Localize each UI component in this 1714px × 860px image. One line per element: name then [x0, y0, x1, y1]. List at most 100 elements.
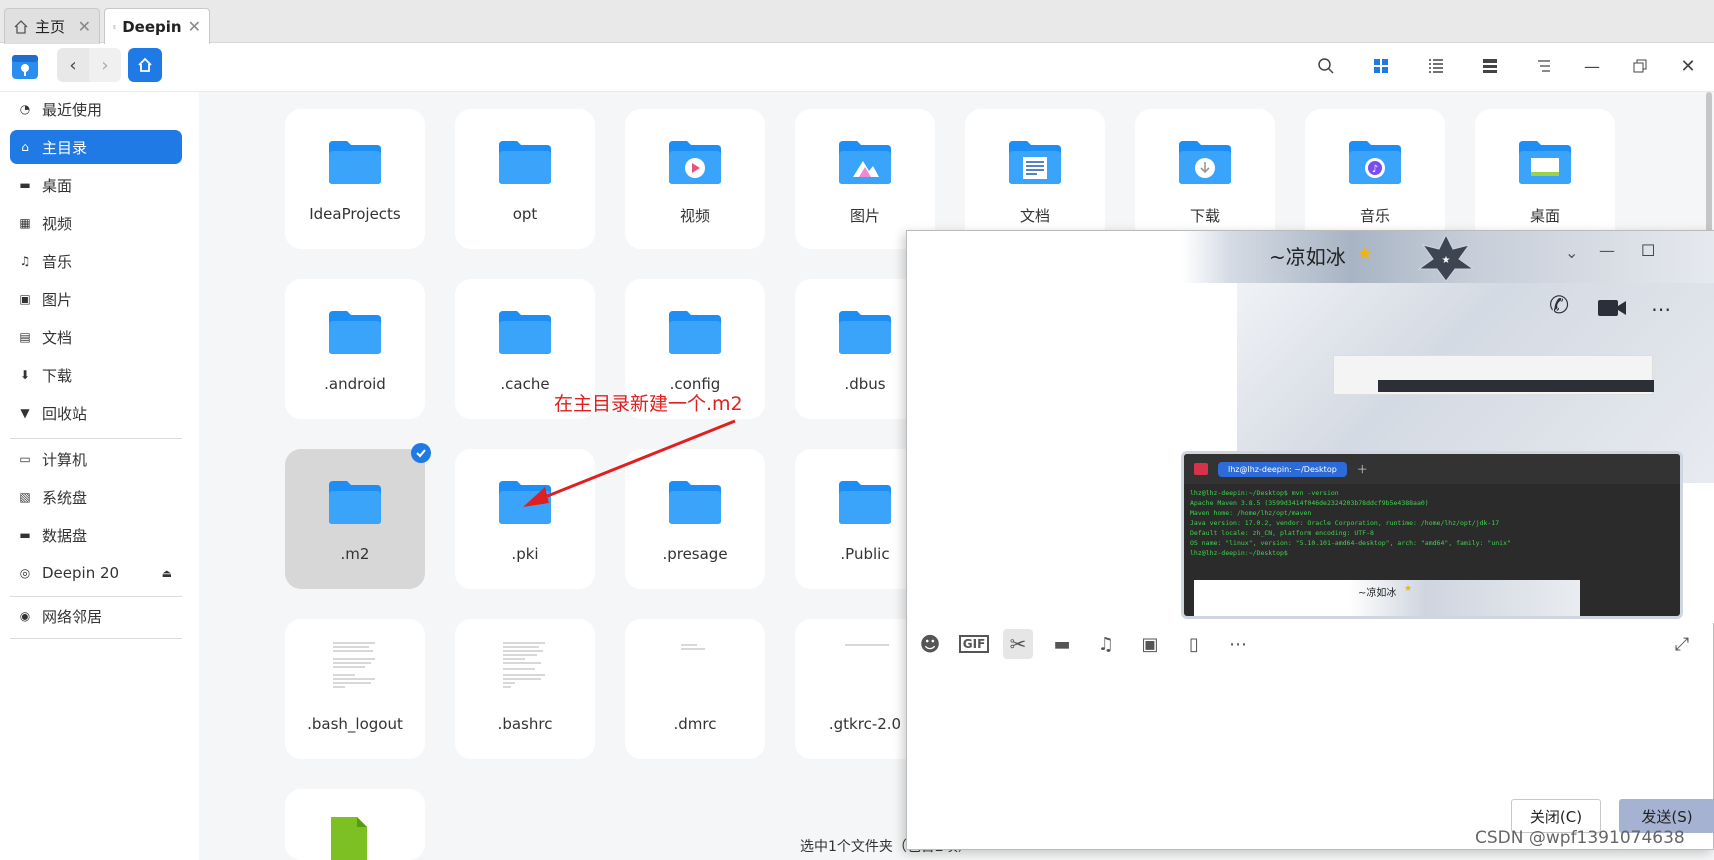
phone-icon[interactable]: ✆	[1549, 291, 1569, 319]
folder-icon	[839, 481, 891, 524]
file-name: .bashrc	[497, 715, 553, 733]
terminal-icon	[113, 25, 117, 28]
sidebar-item-data-disk[interactable]: ▬ 数据盘	[10, 518, 182, 552]
disc-icon: ◎	[19, 566, 31, 580]
more-icon[interactable]: ⋯	[1651, 297, 1671, 321]
column-view-icon	[1483, 59, 1497, 73]
shake-button[interactable]: ▯	[1179, 629, 1209, 659]
sidebar-item-videos[interactable]: ▦ 视频	[10, 206, 182, 240]
plus-icon: ＋	[1356, 463, 1368, 476]
file-tile[interactable]	[285, 789, 425, 860]
sidebar-divider	[10, 438, 182, 439]
sidebar-divider	[10, 596, 182, 597]
file-tile[interactable]: .bashrc	[455, 619, 595, 759]
sidebar-item-recent[interactable]: ◔ 最近使用	[10, 92, 182, 126]
file-name: .m2	[340, 545, 370, 563]
toolbar: ‹ › — ✕	[0, 44, 1714, 92]
preview-taskbar	[1378, 380, 1654, 392]
file-tile[interactable]: .dmrc	[625, 619, 765, 759]
sidebar-item-music[interactable]: ♫ 音乐	[10, 244, 182, 278]
terminal-line: OS name: "linux", version: "5.10.101-amd…	[1190, 539, 1511, 547]
grid-icon	[1374, 59, 1388, 73]
close-icon[interactable]: ✕	[78, 17, 91, 36]
file-name: .presage	[662, 545, 728, 563]
sidebar-item-network[interactable]: ◉ 网络邻居	[10, 599, 182, 633]
more-tools-button[interactable]: ⋯	[1223, 629, 1253, 659]
close-icon[interactable]: ✕	[188, 17, 201, 36]
chat-window: ~凉如冰 ★ ★ ⌄ — ☐ ✆ ⋯ lhz@lhz-deepin: ~/Des…	[906, 230, 1714, 850]
sidebar-item-label: 计算机	[42, 450, 88, 469]
file-tile[interactable]: ♪ 音乐	[1305, 109, 1445, 249]
list-view-button[interactable]	[1422, 52, 1450, 80]
file-name: 图片	[849, 207, 880, 225]
file-tile[interactable]: .android	[285, 279, 425, 419]
forward-button[interactable]: ›	[89, 48, 121, 82]
close-icon: ✕	[1680, 55, 1696, 77]
back-button[interactable]: ‹	[57, 48, 89, 82]
app-logo-icon	[10, 48, 40, 84]
mini-chat-contact: ~凉如冰	[1358, 588, 1397, 599]
sidebar-item-home[interactable]: ⌂ 主目录	[10, 130, 182, 164]
menu-button[interactable]	[1530, 52, 1558, 80]
search-button[interactable]	[1312, 52, 1340, 80]
minimize-icon[interactable]: —	[1599, 241, 1615, 260]
chevron-down-icon[interactable]: ⌄	[1565, 243, 1578, 262]
chat-message-area: ✆ ⋯ lhz@lhz-deepin: ~/Desktop ＋ lhz@lhz-…	[907, 283, 1714, 623]
music-share-button[interactable]: ♫	[1091, 629, 1121, 659]
search-icon	[1318, 58, 1334, 74]
expand-button[interactable]: ⤢	[1667, 629, 1697, 659]
tree-view-button[interactable]	[1476, 52, 1504, 80]
sidebar-item-desktop[interactable]: ▬ 桌面	[10, 168, 182, 202]
maximize-button[interactable]	[1626, 52, 1654, 80]
file-tile[interactable]: 下载	[1135, 109, 1275, 249]
sidebar-item-trash[interactable]: ▼ 回收站	[10, 396, 182, 430]
file-tile[interactable]: IdeaProjects	[285, 109, 425, 249]
sidebar-item-computer[interactable]: ▭ 计算机	[10, 442, 182, 476]
emoji-button[interactable]: ☻	[915, 629, 945, 659]
close-window-button[interactable]: ✕	[1674, 52, 1702, 80]
sidebar-item-pictures[interactable]: ▣ 图片	[10, 282, 182, 316]
sidebar-item-system-disk[interactable]: ▧ 系统盘	[10, 480, 182, 514]
eject-icon[interactable]: ⏏	[162, 567, 172, 580]
terminal-tab: lhz@lhz-deepin: ~/Desktop	[1218, 461, 1347, 477]
terminal-tabbar: lhz@lhz-deepin: ~/Desktop ＋	[1184, 454, 1680, 484]
chat-input[interactable]	[907, 665, 1714, 795]
file-tile[interactable]: 桌面	[1475, 109, 1615, 249]
file-tile[interactable]: 视频	[625, 109, 765, 249]
home-crumb-button[interactable]	[128, 48, 162, 82]
file-name: 音乐	[1359, 207, 1390, 225]
star-icon: ★	[1404, 584, 1413, 594]
file-icon	[331, 817, 367, 860]
maximize-icon[interactable]: ☐	[1641, 241, 1655, 260]
gif-button[interactable]: GIF	[958, 629, 990, 659]
minimize-button[interactable]: —	[1578, 52, 1606, 80]
file-tile[interactable]: 图片	[795, 109, 935, 249]
music-icon: ♫	[1097, 633, 1115, 655]
sidebar-item-deepin20[interactable]: ◎ Deepin 20 ⏏	[10, 556, 182, 590]
sidebar-item-label: 回收站	[42, 404, 88, 423]
video-call-icon[interactable]	[1597, 297, 1627, 319]
tab-home[interactable]: 主页 ✕	[4, 8, 100, 44]
chat-contact-name: ~凉如冰	[1269, 245, 1346, 269]
icon-view-button[interactable]	[1367, 52, 1395, 80]
sidebar-item-downloads[interactable]: ⬇ 下载	[10, 358, 182, 392]
sidebar-item-label: 图片	[42, 290, 73, 309]
tab-deepin[interactable]: Deepin ✕	[104, 8, 210, 44]
screenshot-button[interactable]: ✂	[1003, 629, 1033, 659]
file-tile[interactable]: opt	[455, 109, 595, 249]
desktop-icon: ▬	[19, 178, 31, 192]
file-name: opt	[512, 205, 538, 223]
sidebar-item-label: 最近使用	[42, 100, 103, 119]
file-name: IdeaProjects	[309, 205, 401, 223]
file-tile[interactable]: .bash_logout	[285, 619, 425, 759]
expand-icon: ⤢	[1674, 633, 1690, 655]
file-button[interactable]: ▬	[1047, 629, 1077, 659]
file-tile-selected[interactable]: .m2	[285, 443, 431, 589]
sidebar-item-documents[interactable]: ▤ 文档	[10, 320, 182, 354]
sidebar-item-label: 桌面	[42, 176, 73, 195]
file-name: 桌面	[1529, 207, 1560, 225]
file-tile[interactable]: 文档	[965, 109, 1105, 249]
text-file-icon	[845, 644, 889, 646]
image-button[interactable]: ▣	[1135, 629, 1165, 659]
file-name: .dmrc	[673, 715, 717, 733]
